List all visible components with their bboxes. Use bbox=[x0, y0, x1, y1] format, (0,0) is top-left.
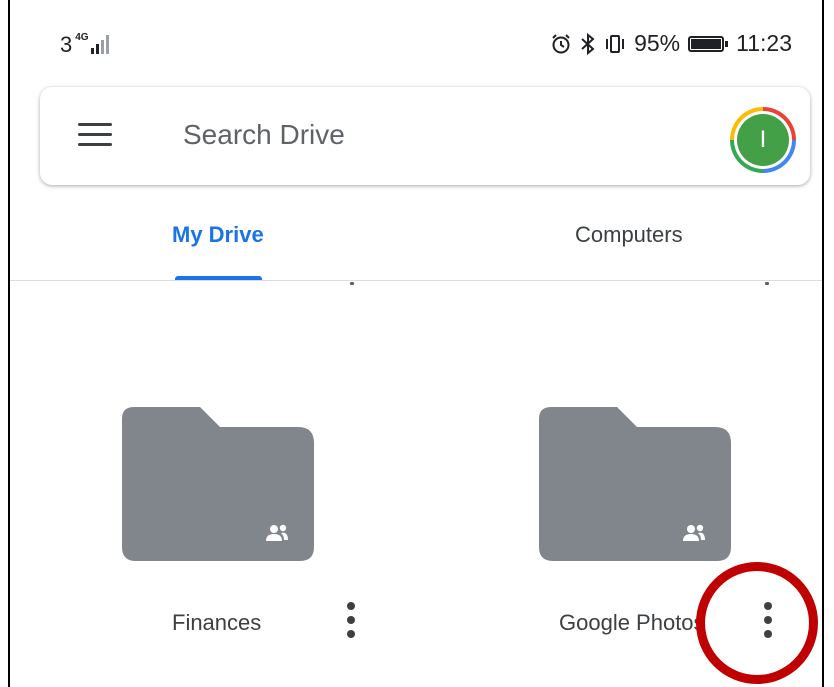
avatar-initial: I bbox=[737, 114, 789, 166]
clock: 11:23 bbox=[736, 30, 792, 56]
search-input[interactable]: Search Drive bbox=[183, 119, 345, 151]
vibrate-icon bbox=[606, 34, 625, 53]
tab-computers[interactable]: Computers bbox=[575, 222, 683, 248]
folder-icon bbox=[539, 407, 731, 561]
search-bar[interactable]: Search Drive I bbox=[40, 87, 810, 185]
system-indicators: 95% 11:23 bbox=[550, 30, 792, 57]
folder-google-photos[interactable] bbox=[539, 407, 731, 561]
network-indicator: 3 4G bbox=[60, 32, 109, 58]
network-type: 4G bbox=[75, 32, 89, 43]
folder-name-finances: Finances bbox=[172, 610, 262, 635]
scroll-artifact-left bbox=[350, 282, 354, 285]
avatar-gap: I bbox=[734, 111, 792, 169]
highlight-circle bbox=[696, 562, 818, 684]
folder-name-google-photos: Google Photos bbox=[559, 610, 705, 635]
folder-icon bbox=[122, 407, 314, 561]
battery-percent: 95% bbox=[634, 30, 681, 56]
status-bar: 3 4G 95% 11:23 bbox=[0, 0, 834, 80]
alarm-icon bbox=[552, 33, 570, 53]
account-avatar[interactable]: I bbox=[730, 107, 796, 173]
tab-my-drive[interactable]: My Drive bbox=[172, 222, 264, 248]
battery-icon bbox=[688, 35, 729, 52]
signal-icon bbox=[90, 32, 109, 54]
frame-right-border bbox=[822, 0, 824, 687]
frame-left-border bbox=[8, 0, 10, 687]
more-options-finances[interactable] bbox=[341, 600, 361, 640]
folder-finances[interactable] bbox=[122, 407, 314, 561]
bluetooth-icon bbox=[581, 32, 595, 55]
scroll-artifact-right bbox=[765, 282, 769, 285]
sim-slot: 3 bbox=[60, 32, 73, 57]
tabs-divider bbox=[10, 280, 822, 281]
menu-icon[interactable] bbox=[78, 121, 112, 149]
